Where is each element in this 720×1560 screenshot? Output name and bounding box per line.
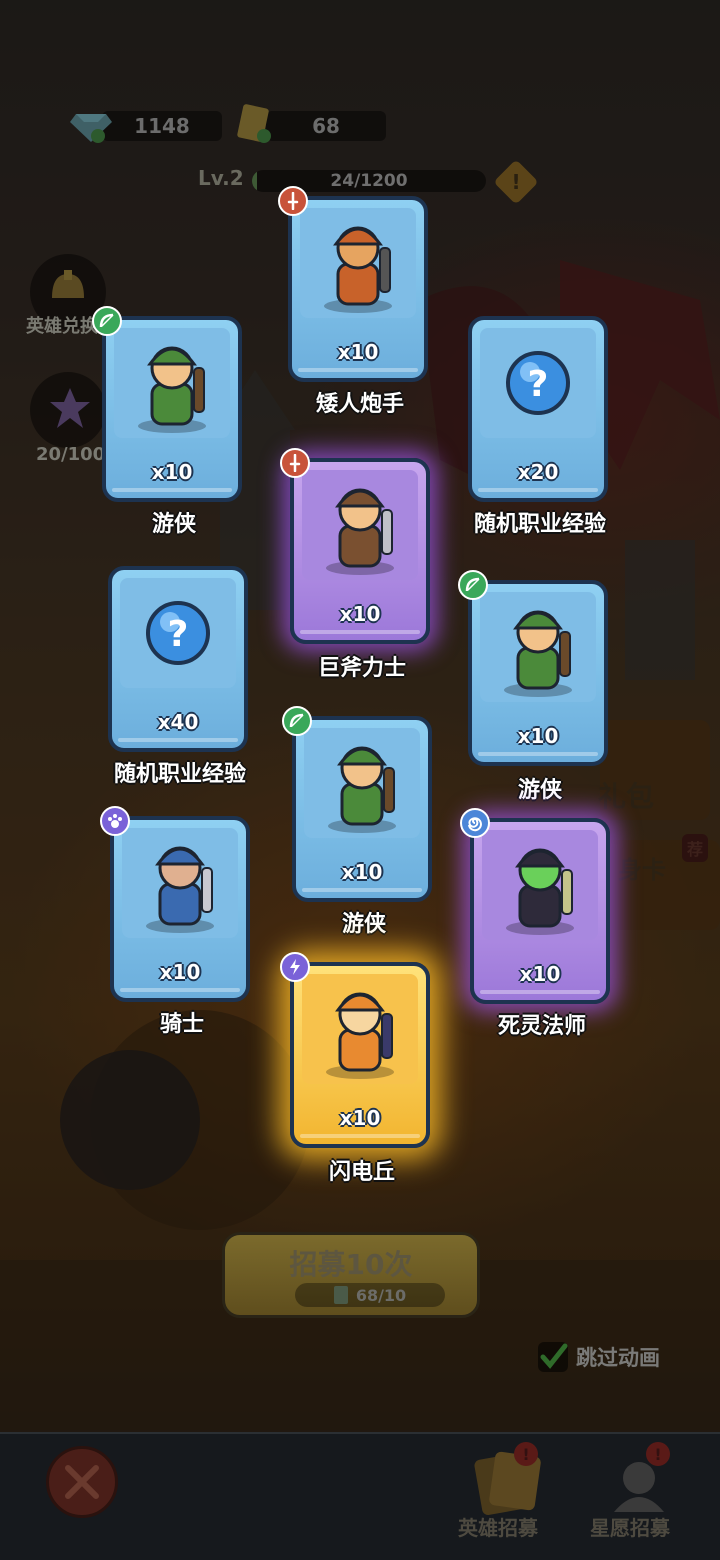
hero-portrait: ?: [120, 578, 236, 688]
svg-text:?: ?: [528, 364, 549, 405]
gem-counter: 1148: [102, 111, 222, 141]
card-stripe: [112, 488, 232, 492]
hero-portrait: ?: [480, 328, 596, 438]
gem-icon: [70, 114, 112, 143]
lightning-class-icon: [280, 952, 310, 982]
card-name-dwarf: 矮人炮手: [315, 392, 404, 417]
star-icon: [50, 388, 90, 428]
card-quantity: x10: [341, 860, 383, 884]
ticket-counter: 68: [266, 111, 386, 141]
card-name-ranger2: 游侠: [517, 778, 562, 803]
gem-count: 1148: [134, 114, 190, 138]
recruit-count-text: 68/10: [355, 1285, 407, 1305]
hero-portrait: [114, 328, 230, 438]
card-name-knight: 骑士: [159, 1012, 204, 1037]
reward-card-lightning[interactable]: x10: [280, 952, 430, 1148]
hero-exchange-label: 英雄兑换: [26, 316, 98, 337]
ticket-small-icon: [333, 1286, 348, 1304]
reward-card-dwarf[interactable]: x10: [278, 186, 428, 382]
crossed-swords-icon: [65, 1465, 99, 1499]
card-quantity: x10: [517, 724, 559, 748]
star-wish-tab[interactable]: 星愿招募: [590, 1512, 670, 1541]
swirl-class-icon: [460, 808, 490, 838]
recruit-result-screen: 礼包 身卡 荐 1148 68 Lv.2 24/1200 ! 英雄兑换 20/1…: [0, 0, 720, 1560]
reward-card-randomxp1[interactable]: ? x20: [468, 316, 608, 502]
card-quantity: x10: [337, 340, 379, 364]
helmet-icon: [52, 270, 84, 298]
card-stripe: [118, 738, 238, 742]
ticket-count: 68: [312, 114, 340, 138]
hero-portrait: [482, 830, 598, 940]
card-stripe: [480, 990, 600, 994]
reward-card-ranger3[interactable]: x10: [282, 706, 432, 902]
card-quantity: x10: [151, 460, 193, 484]
paw-class-icon: [100, 806, 130, 836]
hero-portrait: [302, 974, 418, 1084]
card-quantity: x10: [339, 1106, 381, 1130]
bow-class-icon: [92, 306, 122, 336]
hero-portrait: [122, 828, 238, 938]
card-quantity: x20: [517, 460, 559, 484]
recruit-ticket-count: 68/10: [295, 1283, 445, 1307]
card-name-randomxp2: 随机职业经验: [113, 762, 246, 787]
card-name-lightning: 闪电丘: [328, 1160, 395, 1185]
skip-animation-toggle[interactable]: 跳过动画: [538, 1342, 660, 1372]
card-name-axe: 巨斧力士: [317, 656, 406, 681]
card-stripe: [478, 488, 598, 492]
checkmark-icon: [540, 1343, 568, 1369]
xp-text: 24/1200: [330, 171, 408, 191]
close-button[interactable]: [46, 1446, 118, 1518]
card-stripe: [120, 988, 240, 992]
warning-icon[interactable]: !: [493, 159, 539, 205]
star-progress-label: 20/100: [36, 444, 106, 465]
star-wish-alert-badge: !: [646, 1442, 670, 1466]
recruit-ten-label: 招募10次: [289, 1248, 413, 1281]
card-hint-text: 身卡: [618, 856, 666, 884]
bow-class-icon: [458, 570, 488, 600]
reward-card-axe[interactable]: x10: [280, 448, 430, 644]
svg-text:?: ?: [168, 614, 189, 655]
reward-card-knight[interactable]: x10: [100, 806, 250, 1002]
ticket-icon: [237, 104, 271, 143]
player-level: Lv.2: [198, 166, 244, 190]
reward-card-randomxp2[interactable]: ? x40: [108, 566, 248, 752]
reward-card-ranger2[interactable]: x10: [458, 570, 608, 766]
card-stripe: [478, 752, 598, 756]
card-name-ranger1: 游侠: [151, 512, 196, 537]
xp-bar-fill: [252, 170, 257, 192]
reward-card-ranger1[interactable]: x10: [92, 306, 242, 502]
card-quantity: x10: [159, 960, 201, 984]
card-stripe: [300, 630, 420, 634]
reward-card-necro[interactable]: x10: [460, 808, 610, 1004]
bow-class-icon: [282, 706, 312, 736]
card-quantity: x10: [339, 602, 381, 626]
hero-recruit-alert-badge: !: [514, 1442, 538, 1466]
card-name-randomxp1: 随机职业经验: [473, 512, 606, 537]
card-name-necro: 死灵法师: [497, 1014, 586, 1039]
card-quantity: x40: [157, 710, 199, 734]
card-name-ranger3: 游侠: [341, 912, 386, 937]
sword-class-icon: [280, 448, 310, 478]
hero-portrait: [300, 208, 416, 318]
card-stripe: [298, 368, 418, 372]
hero-portrait: [304, 728, 420, 838]
skip-animation-label: 跳过动画: [576, 1346, 660, 1370]
hero-portrait: [302, 470, 418, 580]
skip-checkbox[interactable]: [538, 1342, 568, 1372]
hero-portrait: [480, 592, 596, 702]
card-stripe: [302, 888, 422, 892]
recruit-ten-button[interactable]: 招募10次 68/10: [222, 1232, 480, 1318]
card-quantity: x10: [519, 962, 561, 986]
recommend-badge: 荐: [682, 834, 709, 862]
hero-recruit-tab[interactable]: 英雄招募: [458, 1512, 538, 1541]
card-stripe: [300, 1134, 420, 1138]
sword-class-icon: [278, 186, 308, 216]
